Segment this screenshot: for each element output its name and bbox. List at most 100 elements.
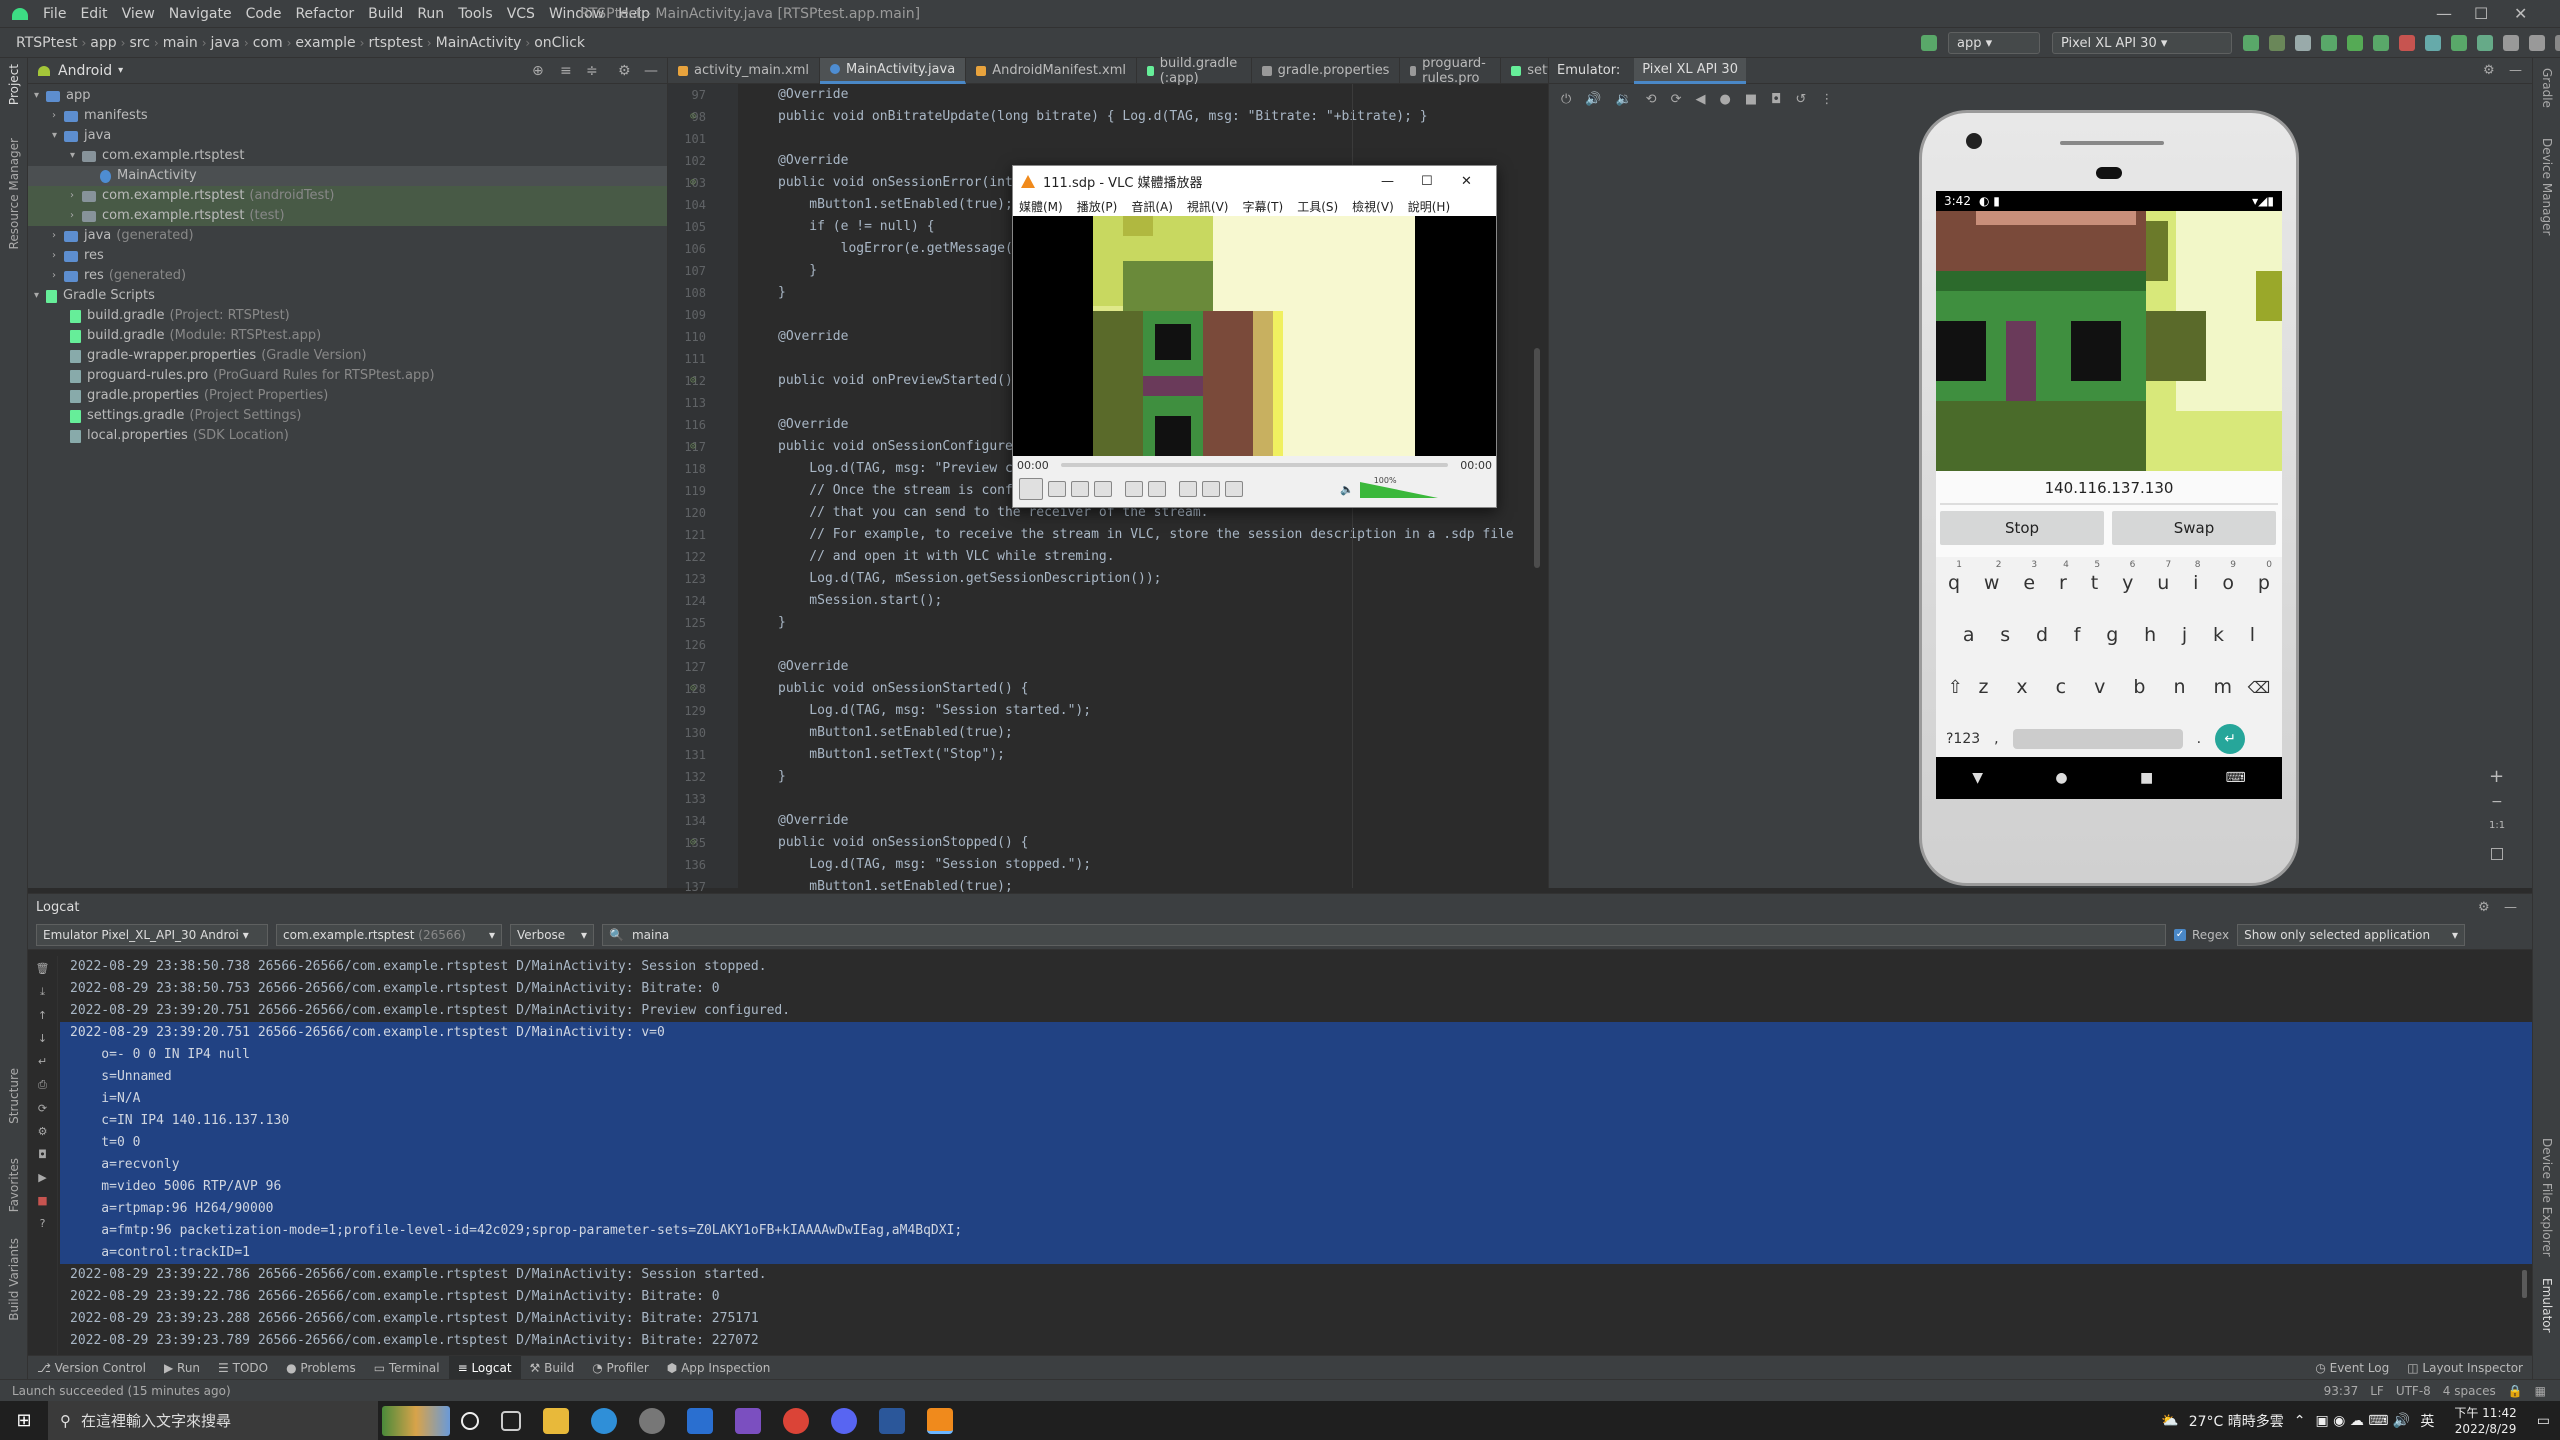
tray-icons[interactable]: ▣ ◉ ☁ ⌨ 🔊 <box>2315 1413 2410 1429</box>
debug-icon[interactable] <box>2321 35 2337 51</box>
keyboard-switch-icon[interactable]: ⌨ <box>2226 770 2246 786</box>
strip-project[interactable]: Project <box>7 64 21 105</box>
tab-app-inspection[interactable]: ⬢ App Inspection <box>658 1356 780 1380</box>
tab-run[interactable]: ▶ Run <box>155 1356 209 1380</box>
home-icon[interactable]: ● <box>1719 92 1730 107</box>
sdk-manager-icon[interactable] <box>2477 35 2493 51</box>
key-c[interactable]: c <box>2056 676 2066 698</box>
strip-build-variants[interactable]: Build Variants <box>7 1238 21 1321</box>
strip-resource-manager[interactable]: Resource Manager <box>7 138 21 249</box>
tab-problems[interactable]: ● Problems <box>277 1356 365 1380</box>
key-z[interactable]: z <box>1978 676 1988 698</box>
discord-icon[interactable] <box>831 1407 857 1434</box>
override-gutter-icon[interactable]: ⊙ <box>690 172 696 194</box>
memory-icon[interactable]: ▦ <box>2535 1384 2546 1398</box>
swap-button[interactable]: Swap <box>2112 511 2276 545</box>
vlc-menu-media[interactable]: 媒體(M) <box>1019 198 1063 215</box>
vlc-fullscreen-icon[interactable] <box>1125 481 1143 497</box>
ip-address-field[interactable]: 140.116.137.130 <box>1940 471 2278 505</box>
logcat-gear-icon[interactable]: ⚙ <box>38 1125 48 1138</box>
vlc-menu-video[interactable]: 視訊(V) <box>1187 198 1229 215</box>
tree-item[interactable]: build.gradle (Module: RTSPtest.app) <box>28 326 667 346</box>
line-separator[interactable]: LF <box>2370 1384 2384 1398</box>
crumb-mainactivity[interactable]: MainActivity <box>432 35 526 51</box>
stop-icon[interactable] <box>2399 35 2415 51</box>
vlc-taskbar-icon[interactable] <box>927 1407 953 1434</box>
snapshot-icon[interactable]: ↺ <box>1795 92 1806 107</box>
tab-event-log[interactable]: ◷ Event Log <box>2306 1356 2398 1380</box>
key-x[interactable]: x <box>2016 676 2027 698</box>
strip-structure[interactable]: Structure <box>7 1068 21 1124</box>
logcat-device-select[interactable]: Emulator Pixel_XL_API_30 Androi ▾ <box>36 923 268 946</box>
vlc-menu-subtitle[interactable]: 字幕(T) <box>1242 198 1283 215</box>
tree-item[interactable]: ▾ com.example.rtsptest <box>28 146 667 166</box>
key-h[interactable]: h <box>2144 624 2156 646</box>
close-icon[interactable]: ✕ <box>2514 4 2527 23</box>
log-line[interactable]: s=Unnamed <box>60 1066 2532 1088</box>
vlc-shuffle-icon[interactable] <box>1225 481 1243 497</box>
tab-version-control[interactable]: ⎇ Version Control <box>28 1356 155 1380</box>
editor-scrollbar[interactable] <box>1534 348 1540 568</box>
logcat-help-icon[interactable]: ? <box>40 1217 46 1230</box>
soft-wrap-icon[interactable]: ↵ <box>38 1055 47 1068</box>
log-line[interactable]: 2022-08-29 23:39:20.751 26566-26566/com.… <box>60 1000 2532 1022</box>
fit-screen-icon[interactable] <box>2491 848 2503 860</box>
logcat-settings-icon[interactable]: ⚙ <box>2478 900 2490 915</box>
crumb-onclick[interactable]: onClick <box>530 35 589 51</box>
edge-icon[interactable] <box>591 1407 617 1434</box>
menu-vcs[interactable]: VCS <box>500 6 542 22</box>
log-line[interactable]: a=fmtp:96 packetization-mode=1;profile-l… <box>60 1220 2532 1242</box>
logcat-stop-icon[interactable]: ■ <box>37 1194 47 1207</box>
log-line[interactable]: i=N/A <box>60 1088 2532 1110</box>
tab-profiler[interactable]: ◔ Profiler <box>583 1356 658 1380</box>
menu-refactor[interactable]: Refactor <box>288 6 361 22</box>
space-key[interactable] <box>2012 729 2183 749</box>
list-icon[interactable] <box>2295 35 2311 51</box>
log-line[interactable]: m=video 5006 RTP/AVP 96 <box>60 1176 2532 1198</box>
override-gutter-icon[interactable]: ⊙ <box>690 106 696 128</box>
notification-icon[interactable]: ▭ <box>2537 1413 2550 1429</box>
key-i[interactable]: i8 <box>2193 560 2200 594</box>
tab-gradle-properties[interactable]: gradle.properties <box>1252 57 1401 84</box>
vlc-pause-icon[interactable] <box>1019 478 1043 500</box>
override-gutter-icon[interactable]: ⊙ <box>690 436 696 458</box>
key-v[interactable]: v <box>2094 676 2105 698</box>
log-line[interactable]: t=0 0 <box>60 1132 2532 1154</box>
vlc-menu-tools[interactable]: 工具(S) <box>1297 198 1338 215</box>
clear-logcat-icon[interactable]: 🗑 <box>36 962 50 975</box>
file-explorer-icon[interactable] <box>543 1407 569 1434</box>
collapse-all-icon[interactable]: ≑ <box>586 63 598 79</box>
log-line[interactable]: a=control:trackID=1 <box>60 1242 2532 1264</box>
crumb-example[interactable]: example <box>291 35 359 51</box>
weather-icon[interactable]: ⛅ <box>2161 1413 2178 1429</box>
lock-icon[interactable]: 🔒 <box>2508 1384 2523 1398</box>
key-q[interactable]: q1 <box>1948 560 1962 594</box>
vlc-speaker-icon[interactable]: 🔈 <box>1340 483 1354 496</box>
vlc-prev-icon[interactable] <box>1048 481 1066 497</box>
rotate-left-icon[interactable]: ⟲ <box>1646 92 1657 107</box>
attach-debugger-icon[interactable] <box>2373 35 2389 51</box>
key-k[interactable]: k <box>2213 624 2224 646</box>
volume-down-icon[interactable]: 🔉 <box>1615 92 1631 107</box>
strip-emulator[interactable]: Emulator <box>2540 1278 2554 1333</box>
strip-gradle[interactable]: Gradle <box>2540 68 2554 108</box>
expand-all-icon[interactable]: ≡ <box>560 63 572 79</box>
overview-icon[interactable]: ■ <box>1745 92 1757 107</box>
hammer-icon[interactable] <box>1921 35 1937 51</box>
strip-favorites[interactable]: Favorites <box>7 1158 21 1212</box>
key-j[interactable]: j <box>2182 624 2187 646</box>
tree-item[interactable]: build.gradle (Project: RTSPtest) <box>28 306 667 326</box>
logcat-output[interactable]: 2022-08-29 23:38:50.738 26566-26566/com.… <box>60 956 2532 1356</box>
log-line[interactable]: 2022-08-29 23:39:23.789 26566-26566/com.… <box>60 1330 2532 1352</box>
hide-emulator-icon[interactable]: — <box>2509 63 2522 78</box>
screenshot-icon[interactable]: ◘ <box>1771 92 1781 107</box>
menu-run[interactable]: Run <box>410 6 451 22</box>
chrome-icon[interactable] <box>783 1407 809 1434</box>
log-line[interactable]: 2022-08-29 23:39:23.288 26566-26566/com.… <box>60 1308 2532 1330</box>
tab-layout-inspector[interactable]: ◫ Layout Inspector <box>2398 1356 2532 1380</box>
restart-icon[interactable]: ⟳ <box>38 1102 47 1115</box>
tree-item[interactable]: proguard-rules.pro (ProGuard Rules for RT… <box>28 366 667 386</box>
up-stack-icon[interactable]: ↑ <box>38 1009 47 1022</box>
more-icon[interactable]: ⋮ <box>1820 92 1833 107</box>
menu-build[interactable]: Build <box>361 6 410 22</box>
